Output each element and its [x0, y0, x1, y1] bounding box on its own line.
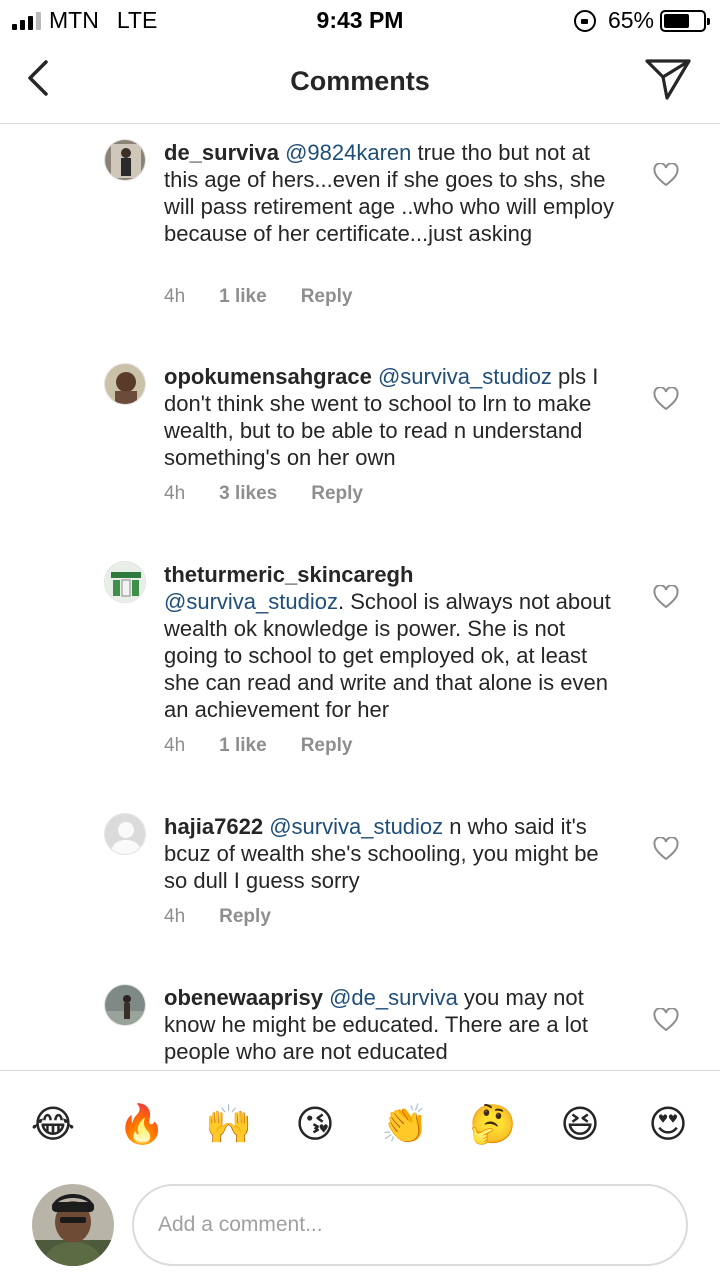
avatar[interactable] [104, 139, 146, 181]
emoji-clapping-button[interactable]: 👏 [381, 1101, 428, 1147]
like-button[interactable] [653, 386, 679, 411]
comment-time: 4h [164, 735, 186, 756]
avatar[interactable] [104, 813, 146, 855]
comment-text: obenewaaprisy @de_surviva you may not kn… [164, 984, 624, 1065]
reply-button[interactable]: Reply [301, 735, 353, 757]
like-button[interactable] [653, 162, 679, 187]
comment-mention[interactable]: @surviva_studioz [164, 589, 338, 614]
reply-button[interactable]: Reply [311, 483, 363, 505]
battery-icon [660, 9, 710, 32]
comment-username[interactable]: theturmeric_skincaregh [164, 562, 413, 587]
comment-likes[interactable]: 1 like [219, 286, 267, 308]
comment-mention[interactable]: @surviva_studioz [378, 364, 552, 389]
emoji-raised-hands-button[interactable]: 🙌 [205, 1101, 252, 1147]
comment-likes[interactable]: 1 like [219, 735, 267, 757]
comment-mention[interactable]: @de_surviva [329, 985, 458, 1010]
page-title: Comments [290, 66, 430, 96]
comment-meta: 4h 1 like Reply [164, 735, 386, 757]
comment-mention[interactable]: @9824karen [285, 140, 411, 165]
emoji-thinking-button[interactable]: 🤔 [469, 1101, 516, 1147]
header: Comments [0, 40, 720, 124]
comment-username[interactable]: obenewaaprisy [164, 985, 323, 1010]
user-avatar-image [105, 140, 145, 180]
paper-plane-icon [645, 59, 691, 100]
heart-icon [653, 1007, 679, 1032]
comment-meta: 4h 3 likes Reply [164, 483, 397, 505]
user-avatar-image [105, 364, 145, 404]
heart-icon [653, 386, 679, 411]
like-button[interactable] [653, 584, 679, 609]
rotation-lock-icon [573, 9, 596, 32]
comment-meta: 4h 1 like Reply [164, 286, 386, 308]
comment-mention[interactable]: @surviva_studioz [269, 814, 443, 839]
like-button[interactable] [653, 1007, 679, 1032]
avatar[interactable] [104, 984, 146, 1026]
status-bar: MTN LTE 9:43 PM 65% [0, 0, 720, 40]
comment-username[interactable]: de_surviva [164, 140, 279, 165]
emoji-fire-button[interactable]: 🔥 [118, 1101, 165, 1147]
emoji-quick-bar: 😂 🔥 🙌 😘 👏 🤔 😆 😍 [0, 1070, 720, 1180]
profile-photo-image [32, 1184, 114, 1266]
comment-composer [0, 1180, 720, 1280]
comment-likes[interactable]: 3 likes [219, 483, 277, 505]
comment-time: 4h [164, 483, 186, 504]
comment-text: theturmeric_skincaregh @surviva_studioz.… [164, 561, 624, 723]
heart-icon [653, 836, 679, 861]
heart-icon [653, 584, 679, 609]
user-avatar-image [105, 985, 145, 1025]
reply-button[interactable]: Reply [219, 906, 271, 928]
comment-username[interactable]: opokumensahgrace [164, 364, 372, 389]
comment-text: hajia7622 @surviva_studioz n who said it… [164, 813, 624, 894]
comment-username[interactable]: hajia7622 [164, 814, 263, 839]
emoji-heart-eyes-button[interactable]: 😍 [645, 1101, 691, 1147]
heart-icon [653, 162, 679, 187]
status-right: 65% [573, 7, 710, 34]
comment-time: 4h [164, 286, 186, 307]
battery-percent: 65% [607, 7, 654, 33]
comment-list[interactable]: de_surviva @9824karen true tho but not a… [0, 125, 720, 1070]
direct-message-button[interactable] [644, 56, 692, 102]
comment-time: 4h [164, 906, 186, 927]
comment-input[interactable] [132, 1184, 688, 1266]
avatar[interactable] [104, 561, 146, 603]
default-avatar-icon [105, 814, 145, 854]
comment-meta: 4h Reply [164, 906, 305, 928]
emoji-kiss-button[interactable]: 😘 [292, 1101, 338, 1147]
emoji-tears-of-joy-button[interactable]: 😂 [30, 1101, 76, 1147]
comment-text: de_surviva @9824karen true tho but not a… [164, 139, 624, 247]
avatar[interactable] [104, 363, 146, 405]
reply-button[interactable]: Reply [301, 286, 353, 308]
my-avatar [32, 1184, 114, 1266]
comment-text: opokumensahgrace @surviva_studioz pls I … [164, 363, 624, 471]
like-button[interactable] [653, 836, 679, 861]
battery-fill [664, 13, 689, 28]
user-avatar-image [105, 562, 145, 602]
emoji-grinning-squint-button[interactable]: 😆 [557, 1101, 603, 1147]
